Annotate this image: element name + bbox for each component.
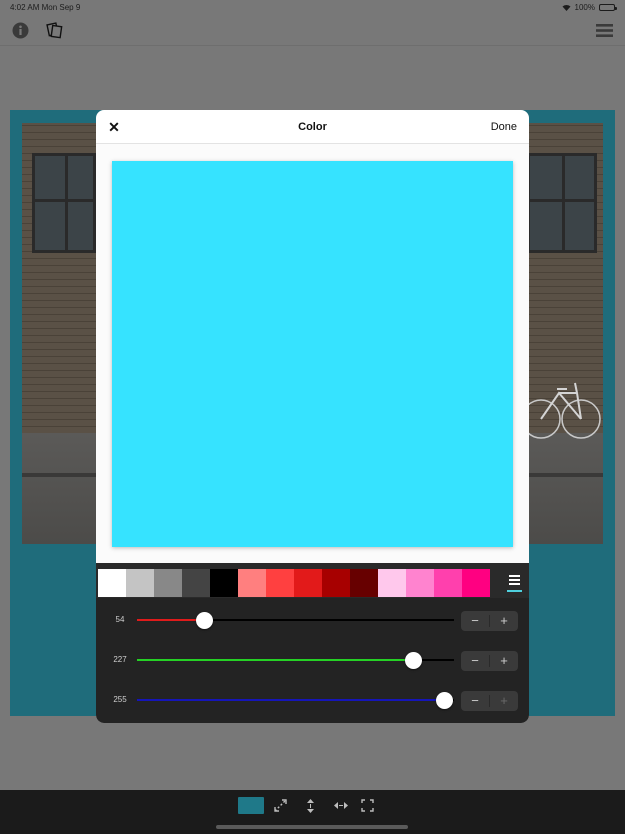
color-swatch[interactable]: [350, 569, 378, 597]
status-time: 4:02 AM Mon Sep 9: [10, 3, 81, 12]
color-swatch[interactable]: [322, 569, 350, 597]
blue-value: 255: [113, 695, 127, 704]
blue-decrement-button[interactable]: −: [461, 691, 489, 711]
preview-area: [96, 144, 529, 563]
slider-row-green: 227 − +: [96, 648, 529, 672]
color-swatch[interactable]: [434, 569, 462, 597]
green-stepper: − +: [461, 651, 518, 671]
hamburger-menu-icon[interactable]: [595, 21, 613, 39]
color-swatch[interactable]: [98, 569, 126, 597]
color-swatch[interactable]: [154, 569, 182, 597]
red-increment-button[interactable]: +: [490, 611, 518, 631]
battery-icon: [599, 4, 617, 11]
color-palette: [96, 563, 529, 598]
color-picker-modal: ✕ Color Done 54− +227− +255− +: [96, 110, 529, 723]
swatch-list: [98, 569, 490, 597]
resize-diagonal-icon[interactable]: [272, 797, 289, 814]
top-toolbar: [0, 14, 625, 46]
current-color-button[interactable]: [238, 797, 264, 814]
modal-title: Color: [298, 121, 327, 133]
green-increment-button[interactable]: +: [490, 651, 518, 671]
red-slider-fill: [137, 619, 204, 621]
blue-stepper: − +: [461, 691, 518, 711]
green-slider-thumb[interactable]: [404, 652, 422, 669]
color-swatch[interactable]: [238, 569, 266, 597]
color-swatch[interactable]: [406, 569, 434, 597]
blue-slider-thumb[interactable]: [436, 692, 454, 709]
photo-window-left: [32, 153, 96, 253]
green-decrement-button[interactable]: −: [461, 651, 489, 671]
resize-vertical-icon[interactable]: [302, 797, 319, 814]
modal-header: ✕ Color Done: [96, 110, 529, 144]
list-icon[interactable]: [507, 571, 523, 593]
color-swatch[interactable]: [266, 569, 294, 597]
red-slider-track[interactable]: [137, 619, 454, 621]
blue-increment-button[interactable]: +: [490, 691, 518, 711]
blue-slider-track[interactable]: [137, 699, 454, 701]
photo-window-right: [527, 153, 597, 253]
color-swatch[interactable]: [378, 569, 406, 597]
rgb-sliders: 54− +227− +255− +: [96, 598, 529, 723]
color-preview: [112, 161, 513, 547]
blue-slider-fill: [137, 699, 445, 701]
green-value: 227: [113, 655, 127, 664]
red-stepper: − +: [461, 611, 518, 631]
color-swatch[interactable]: [210, 569, 238, 597]
info-icon[interactable]: [11, 21, 29, 39]
color-swatch[interactable]: [462, 569, 490, 597]
color-swatch[interactable]: [294, 569, 322, 597]
cards-icon[interactable]: [46, 21, 64, 39]
resize-horizontal-icon[interactable]: [332, 797, 349, 814]
slider-row-red: 54 − +: [96, 608, 529, 632]
color-swatch[interactable]: [126, 569, 154, 597]
battery-percent: 100%: [574, 3, 595, 12]
done-button[interactable]: Done: [491, 121, 517, 133]
bicycle-image: [521, 382, 601, 439]
red-value: 54: [115, 615, 125, 624]
home-indicator: [216, 825, 408, 829]
red-decrement-button[interactable]: −: [461, 611, 489, 631]
status-right: 100%: [562, 3, 617, 12]
fullscreen-icon[interactable]: [359, 797, 376, 814]
wifi-icon: [562, 4, 571, 11]
color-swatch[interactable]: [182, 569, 210, 597]
status-bar: 4:02 AM Mon Sep 9 100%: [0, 0, 625, 14]
slider-row-blue: 255 − +: [96, 688, 529, 712]
red-slider-thumb[interactable]: [195, 612, 213, 629]
green-slider-fill: [137, 659, 413, 661]
